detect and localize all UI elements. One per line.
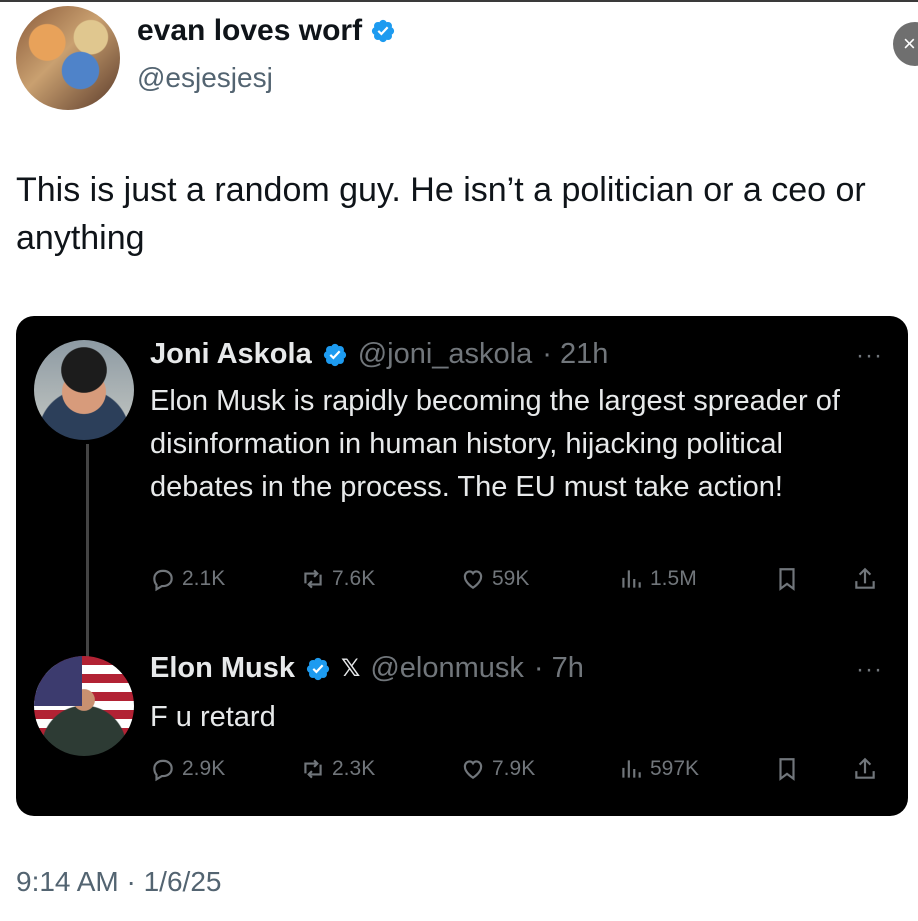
bookmark-icon xyxy=(779,758,795,781)
heart-icon xyxy=(463,570,483,589)
post-time[interactable]: · 7h xyxy=(534,652,584,685)
reply-count: 2.1K xyxy=(182,567,226,590)
close-icon[interactable]: × xyxy=(893,22,918,66)
post-actions: 2.1K 7.6K 59K 1.5M xyxy=(150,566,890,606)
repost-count: 7.6K xyxy=(332,567,376,590)
elon-musk-avatar[interactable] xyxy=(34,656,134,756)
verified-badge-icon xyxy=(305,656,331,682)
tweet-text: This is just a random guy. He isn’t a po… xyxy=(16,171,866,257)
reply-button[interactable]: 2.1K xyxy=(150,566,225,592)
more-options-icon[interactable]: ··· xyxy=(856,656,883,684)
x-affiliation-icon: 𝕏 xyxy=(341,655,361,682)
author-display-name[interactable]: evan loves worf xyxy=(137,14,362,48)
repost-button[interactable]: 2.3K xyxy=(300,756,375,782)
thread-connector-line xyxy=(86,444,89,662)
share-button[interactable] xyxy=(852,756,878,782)
like-count: 59K xyxy=(492,567,530,590)
share-icon xyxy=(855,757,875,779)
post-header: Elon Musk 𝕏 @elonmusk · 7h xyxy=(150,652,584,685)
views-chart-icon xyxy=(622,570,641,588)
views-button[interactable]: 1.5M xyxy=(618,566,697,592)
post-author-handle[interactable]: @elonmusk xyxy=(370,652,524,685)
views-chart-icon xyxy=(622,760,641,778)
post-text: Elon Musk is rapidly becoming the larges… xyxy=(150,385,840,503)
author-avatar[interactable] xyxy=(16,6,120,110)
share-icon xyxy=(855,567,875,589)
post-header: Joni Askola @joni_askola · 21h xyxy=(150,338,608,371)
bookmark-button[interactable] xyxy=(774,756,800,782)
reply-icon xyxy=(153,759,173,782)
like-count: 7.9K xyxy=(492,757,536,780)
share-button[interactable] xyxy=(852,566,878,592)
like-button[interactable]: 7.9K xyxy=(460,756,535,782)
author-display-name-row[interactable]: evan loves worf xyxy=(137,14,396,48)
post-author-handle[interactable]: @joni_askola xyxy=(358,338,533,371)
reply-button[interactable]: 2.9K xyxy=(150,756,225,782)
quoted-thread-card[interactable]: Joni Askola @joni_askola · 21h ··· Elon … xyxy=(16,316,908,816)
post-time[interactable]: · 21h xyxy=(542,338,608,371)
more-options-icon[interactable]: ··· xyxy=(856,342,883,370)
top-border xyxy=(0,0,918,2)
bookmark-icon xyxy=(779,568,795,591)
views-button[interactable]: 597K xyxy=(618,756,699,782)
repost-count: 2.3K xyxy=(332,757,376,780)
views-count: 1.5M xyxy=(650,567,697,590)
repost-button[interactable]: 7.6K xyxy=(300,566,375,592)
tweet-timestamp[interactable]: 9:14 AM · 1/6/25 xyxy=(16,866,221,898)
reply-icon xyxy=(153,569,173,592)
verified-badge-icon xyxy=(322,342,348,368)
views-count: 597K xyxy=(650,757,700,780)
post-text: F u retard xyxy=(150,701,276,733)
repost-icon xyxy=(304,569,322,589)
heart-icon xyxy=(463,760,483,779)
joni-askola-avatar[interactable] xyxy=(34,340,134,440)
post-author-name[interactable]: Joni Askola xyxy=(150,338,312,371)
verified-badge-icon xyxy=(370,18,396,44)
post-actions: 2.9K 2.3K 7.9K 597K xyxy=(150,756,890,796)
reply-count: 2.9K xyxy=(182,757,226,780)
repost-icon xyxy=(304,759,322,779)
like-button[interactable]: 59K xyxy=(460,566,529,592)
author-handle[interactable]: @esjesjesj xyxy=(137,62,273,94)
post-author-name[interactable]: Elon Musk xyxy=(150,652,295,685)
bookmark-button[interactable] xyxy=(774,566,800,592)
